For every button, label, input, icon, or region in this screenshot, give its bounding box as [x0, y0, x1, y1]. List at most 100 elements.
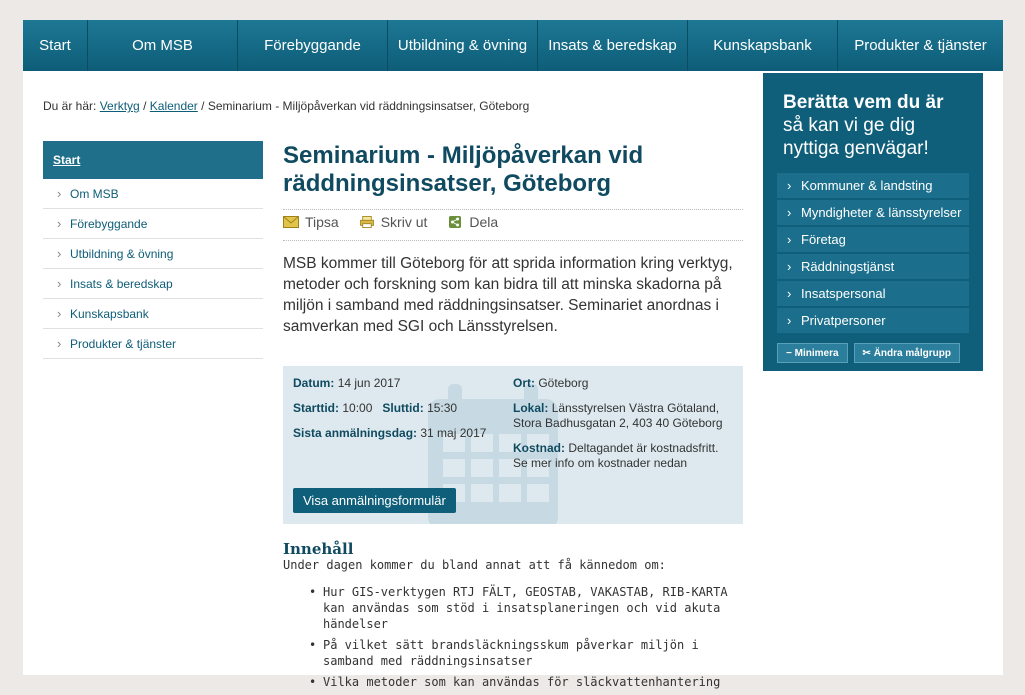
chevron-right-icon: › [787, 259, 792, 274]
tools-icon: ✂ [862, 347, 874, 359]
nav-produkter[interactable]: Produkter & tjänster [838, 20, 1003, 71]
location-label: Ort: [513, 376, 535, 390]
print-button[interactable]: Skriv ut [359, 214, 428, 230]
audience-item[interactable]: › Insatspersonal [777, 281, 969, 306]
page: Start Om MSB Förebyggande Utbildning & ö… [23, 20, 1003, 690]
intro-text: MSB kommer till Göteborg för att sprida … [283, 255, 733, 335]
audience-title-rest: så kan vi ge dig nyttiga genvägar! [783, 115, 929, 159]
left-menu-item[interactable]: › Utbildning & övning [43, 239, 263, 269]
endtime-label: Sluttid: [382, 401, 424, 415]
breadcrumb-separator: / [143, 99, 147, 113]
content-bullets: Hur GIS-verktygen RTJ FÄLT, GEOSTAB, VAK… [309, 584, 753, 695]
chevron-right-icon: › [787, 178, 792, 193]
chevron-right-icon: › [57, 336, 62, 351]
audience-label: Räddningstjänst [801, 259, 895, 274]
event-info-left: Datum: 14 jun 2017 Starttid: 10:00 Slutt… [293, 376, 503, 441]
chevron-right-icon: › [57, 246, 62, 261]
share-button[interactable]: Dela [447, 214, 498, 230]
nav-insats[interactable]: Insats & beredskap [538, 20, 688, 71]
left-menu-item[interactable]: › Om MSB [43, 179, 263, 209]
minus-icon: − [786, 347, 795, 359]
deadline-label: Sista anmälningsdag: [293, 426, 418, 440]
audience-label: Kommuner & landsting [801, 178, 933, 193]
share-label: Dela [469, 214, 499, 230]
chevron-right-icon: › [57, 186, 62, 201]
print-label: Skriv ut [380, 214, 428, 230]
printer-icon [359, 216, 374, 228]
starttime-value: 10:00 [342, 401, 373, 415]
audience-item[interactable]: › Kommuner & landsting [777, 173, 969, 198]
breadcrumb-prefix: Du är här: [43, 99, 97, 113]
nav-start[interactable]: Start [23, 20, 88, 71]
chevron-right-icon: › [787, 286, 792, 301]
registration-form-button[interactable]: Visa anmälningsformulär [293, 488, 456, 513]
audience-item[interactable]: › Myndigheter & länsstyrelser [777, 200, 969, 225]
page-title: Seminarium - Miljöpåverkan vid räddnings… [283, 142, 644, 197]
list-item: På vilket sätt brandsläckningsskum påver… [309, 637, 753, 669]
deadline-value: 31 maj 2017 [420, 426, 487, 440]
audience-title: Berätta vem du är så kan vi ge dig nytti… [783, 91, 973, 160]
left-menu-item[interactable]: › Insats & beredskap [43, 269, 263, 299]
main-content: Seminarium - Miljöpåverkan vid räddnings… [283, 142, 743, 690]
breadcrumb: Du är här: Verktyg / Kalender / Seminari… [43, 99, 529, 113]
audience-item[interactable]: › Räddningstjänst [777, 254, 969, 279]
main-nav: Start Om MSB Förebyggande Utbildning & ö… [23, 20, 1003, 71]
chevron-right-icon: › [57, 306, 62, 321]
left-menu: Start › Om MSB › Förebyggande › Utbildning … [43, 141, 263, 359]
chevron-right-icon: › [57, 276, 62, 291]
tipsa-button[interactable]: Tipsa [283, 214, 339, 230]
audience-title-bold: Berätta vem du är [783, 92, 944, 113]
tipsa-label: Tipsa [305, 214, 339, 230]
endtime-value: 15:30 [427, 401, 458, 415]
list-item: Hur GIS-verktygen RTJ FÄLT, GEOSTAB, VAK… [309, 584, 753, 632]
audience-buttons: − Minimera ✂ Ändra målgrupp [777, 343, 960, 363]
left-menu-label: Insats & beredskap [70, 276, 173, 291]
chevron-right-icon: › [57, 216, 62, 231]
audience-item[interactable]: › Privatpersoner [777, 308, 969, 333]
chevron-right-icon: › [787, 232, 792, 247]
change-audience-label: Ändra målgrupp [873, 347, 951, 359]
left-menu-label: Om MSB [70, 186, 119, 201]
chevron-right-icon: › [787, 205, 792, 220]
audience-label: Insatspersonal [801, 286, 886, 301]
nav-om-msb[interactable]: Om MSB [88, 20, 238, 71]
left-menu-label: Utbildning & övning [70, 246, 174, 261]
nav-kunskapsbank[interactable]: Kunskapsbank [688, 20, 838, 71]
event-info-box: Datum: 14 jun 2017 Starttid: 10:00 Slutt… [283, 366, 743, 524]
event-info-right: Ort: Göteborg Lokal: Länsstyrelsen Västr… [513, 376, 733, 471]
envelope-icon [283, 216, 299, 228]
section-intro: Under dagen kommer du bland annat att få… [283, 558, 666, 572]
breadcrumb-link-verktyg[interactable]: Verktyg [100, 99, 140, 113]
left-menu-item[interactable]: › Förebyggande [43, 209, 263, 239]
left-menu-label: Kunskapsbank [70, 306, 149, 321]
audience-label: Privatpersoner [801, 313, 886, 328]
location-value: Göteborg [538, 376, 589, 390]
cost-label: Kostnad: [513, 441, 565, 455]
breadcrumb-link-kalender[interactable]: Kalender [150, 99, 198, 113]
starttime-label: Starttid: [293, 401, 339, 415]
chevron-right-icon: › [787, 313, 792, 328]
article-tools: Tipsa Skriv ut Dela [283, 209, 743, 241]
date-label: Datum: [293, 376, 335, 390]
audience-label: Företag [801, 232, 846, 247]
list-item: Vilka metoder som kan användas för släck… [309, 674, 753, 690]
audience-item[interactable]: › Företag [777, 227, 969, 252]
change-audience-button[interactable]: ✂ Ändra målgrupp [853, 343, 960, 363]
nav-forebyggande[interactable]: Förebyggande [238, 20, 388, 71]
minimize-label: Minimera [794, 347, 839, 359]
minimize-button[interactable]: − Minimera [777, 343, 848, 363]
left-menu-item[interactable]: › Kunskapsbank [43, 299, 263, 329]
audience-label: Myndigheter & länsstyrelser [801, 205, 962, 220]
breadcrumb-separator: / [201, 99, 205, 113]
breadcrumb-current: Seminarium - Miljöpåverkan vid räddnings… [207, 99, 530, 113]
venue-label: Lokal: [513, 401, 549, 415]
top-strip [0, 0, 1025, 20]
audience-box: Berätta vem du är så kan vi ge dig nytti… [763, 73, 983, 371]
left-menu-label: Förebyggande [70, 216, 148, 231]
section-heading: Innehåll [283, 540, 354, 558]
audience-list: › Kommuner & landsting › Myndigheter & län… [777, 173, 969, 335]
date-value: 14 jun 2017 [337, 376, 401, 390]
left-menu-start[interactable]: Start [43, 141, 263, 179]
left-menu-item[interactable]: › Produkter & tjänster [43, 329, 263, 359]
nav-utbildning[interactable]: Utbildning & övning [388, 20, 538, 71]
